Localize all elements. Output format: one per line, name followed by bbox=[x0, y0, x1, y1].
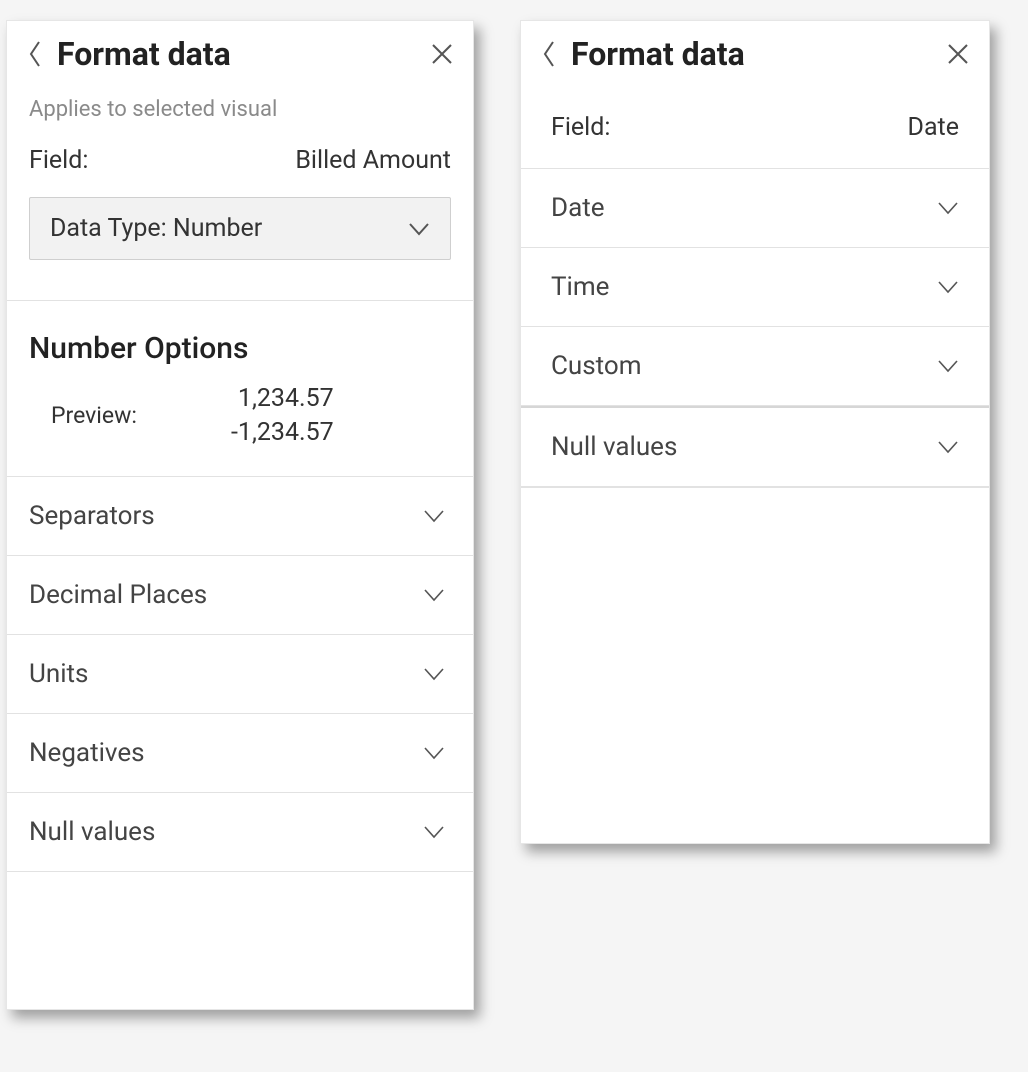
accordion-null-values[interactable]: Null values bbox=[7, 793, 473, 872]
data-type-select[interactable]: Data Type: Number bbox=[29, 197, 451, 260]
panel-header: Format data bbox=[521, 21, 989, 83]
accordion-label: Negatives bbox=[29, 738, 145, 768]
chevron-down-icon bbox=[423, 509, 445, 523]
divider bbox=[521, 487, 989, 488]
field-value: Date bbox=[908, 113, 959, 142]
accordion-label: Separators bbox=[29, 501, 155, 531]
preview-line-2: -1,234.57 bbox=[231, 416, 334, 450]
panel-header: Format data bbox=[7, 21, 473, 83]
accordion-label: Date bbox=[551, 193, 605, 223]
preview-label: Preview: bbox=[51, 402, 191, 429]
chevron-down-icon bbox=[423, 746, 445, 760]
format-data-panel-date: Format data Field: Date Date Time Custom… bbox=[520, 20, 990, 844]
accordion-null-values[interactable]: Null values bbox=[521, 406, 989, 487]
accordion-decimal-places[interactable]: Decimal Places bbox=[7, 556, 473, 635]
field-row: Field: Date bbox=[521, 83, 989, 168]
chevron-down-icon bbox=[423, 825, 445, 839]
chevron-down-icon bbox=[408, 222, 430, 236]
preview-values: 1,234.57 -1,234.57 bbox=[231, 382, 334, 450]
chevron-down-icon bbox=[937, 201, 959, 215]
close-icon[interactable] bbox=[947, 43, 969, 65]
chevron-down-icon bbox=[423, 667, 445, 681]
field-label: Field: bbox=[29, 146, 88, 175]
field-label: Field: bbox=[551, 113, 610, 142]
accordion-custom[interactable]: Custom bbox=[521, 327, 989, 406]
back-icon[interactable] bbox=[27, 40, 57, 68]
accordion-label: Null values bbox=[551, 432, 677, 462]
chevron-down-icon bbox=[937, 280, 959, 294]
number-options-title: Number Options bbox=[7, 301, 473, 376]
accordion-negatives[interactable]: Negatives bbox=[7, 714, 473, 793]
accordion-date[interactable]: Date bbox=[521, 168, 989, 248]
chevron-down-icon bbox=[423, 588, 445, 602]
applies-to-text: Applies to selected visual bbox=[7, 83, 473, 132]
accordion-units[interactable]: Units bbox=[7, 635, 473, 714]
accordion-label: Time bbox=[551, 272, 609, 302]
close-icon[interactable] bbox=[431, 43, 453, 65]
panel-title: Format data bbox=[571, 35, 947, 73]
accordion-time[interactable]: Time bbox=[521, 248, 989, 327]
field-row: Field: Billed Amount bbox=[7, 132, 473, 193]
accordion-label: Custom bbox=[551, 351, 642, 381]
preview-row: Preview: 1,234.57 -1,234.57 bbox=[7, 376, 473, 476]
accordion-label: Null values bbox=[29, 817, 155, 847]
preview-line-1: 1,234.57 bbox=[231, 382, 334, 416]
chevron-down-icon bbox=[937, 359, 959, 373]
chevron-down-icon bbox=[937, 440, 959, 454]
back-icon[interactable] bbox=[541, 40, 571, 68]
format-data-panel-number: Format data Applies to selected visual F… bbox=[6, 20, 474, 1010]
accordion-separators[interactable]: Separators bbox=[7, 476, 473, 556]
accordion-label: Decimal Places bbox=[29, 580, 207, 610]
field-value: Billed Amount bbox=[295, 146, 451, 175]
accordion-label: Units bbox=[29, 659, 88, 689]
data-type-label: Data Type: Number bbox=[50, 214, 262, 243]
panel-title: Format data bbox=[57, 35, 431, 73]
